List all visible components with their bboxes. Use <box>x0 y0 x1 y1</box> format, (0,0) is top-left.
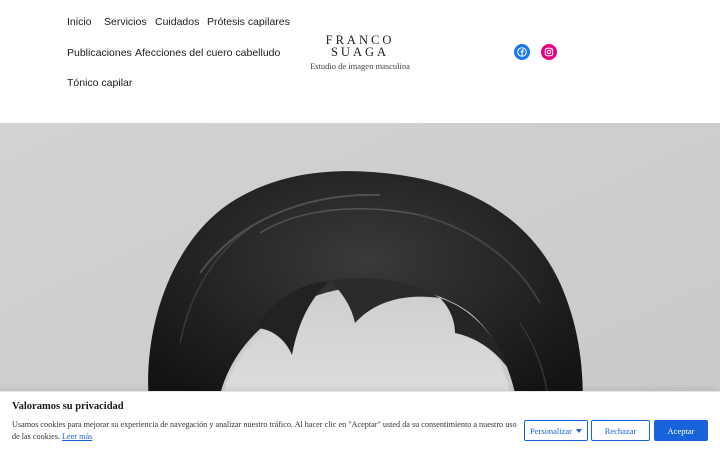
caret-down-icon <box>576 428 582 433</box>
accept-button[interactable]: Aceptar <box>654 420 708 441</box>
logo-line2: SUAGA <box>330 45 390 59</box>
nav-item-publicaciones[interactable]: Publicaciones <box>67 47 132 59</box>
cookie-banner: Valoramos su privacidad Usamos cookies p… <box>0 391 720 450</box>
nav-item-inicio[interactable]: Inicio <box>67 16 92 28</box>
reject-button[interactable]: Rechazar <box>591 420 650 441</box>
cookie-text: Usamos cookies para mejorar su experienc… <box>12 419 520 443</box>
site-header: Inicio Servicios Cuidados Prótesis capil… <box>0 0 720 123</box>
nav-item-cuidados[interactable]: Cuidados <box>155 16 199 28</box>
cookie-title: Valoramos su privacidad <box>12 401 124 412</box>
nav-item-tonico-capilar[interactable]: Tónico capilar <box>67 77 132 89</box>
instagram-icon[interactable] <box>541 44 557 60</box>
logo-tagline: Estudio de imagen masculina <box>310 61 410 71</box>
read-more-link[interactable]: Leer más <box>62 432 92 441</box>
nav-item-afecciones[interactable]: Afecciones del cuero cabelludo <box>135 47 280 59</box>
nav-item-servicios[interactable]: Servicios <box>104 16 147 28</box>
customize-label: Personalizar <box>529 425 572 436</box>
facebook-icon[interactable] <box>514 44 530 60</box>
site-logo[interactable]: FRANCO SUAGA Estudio de imagen masculina <box>300 34 420 71</box>
customize-button[interactable]: Personalizar <box>524 420 588 441</box>
nav-item-protesis-capilares[interactable]: Prótesis capilares <box>207 16 290 28</box>
